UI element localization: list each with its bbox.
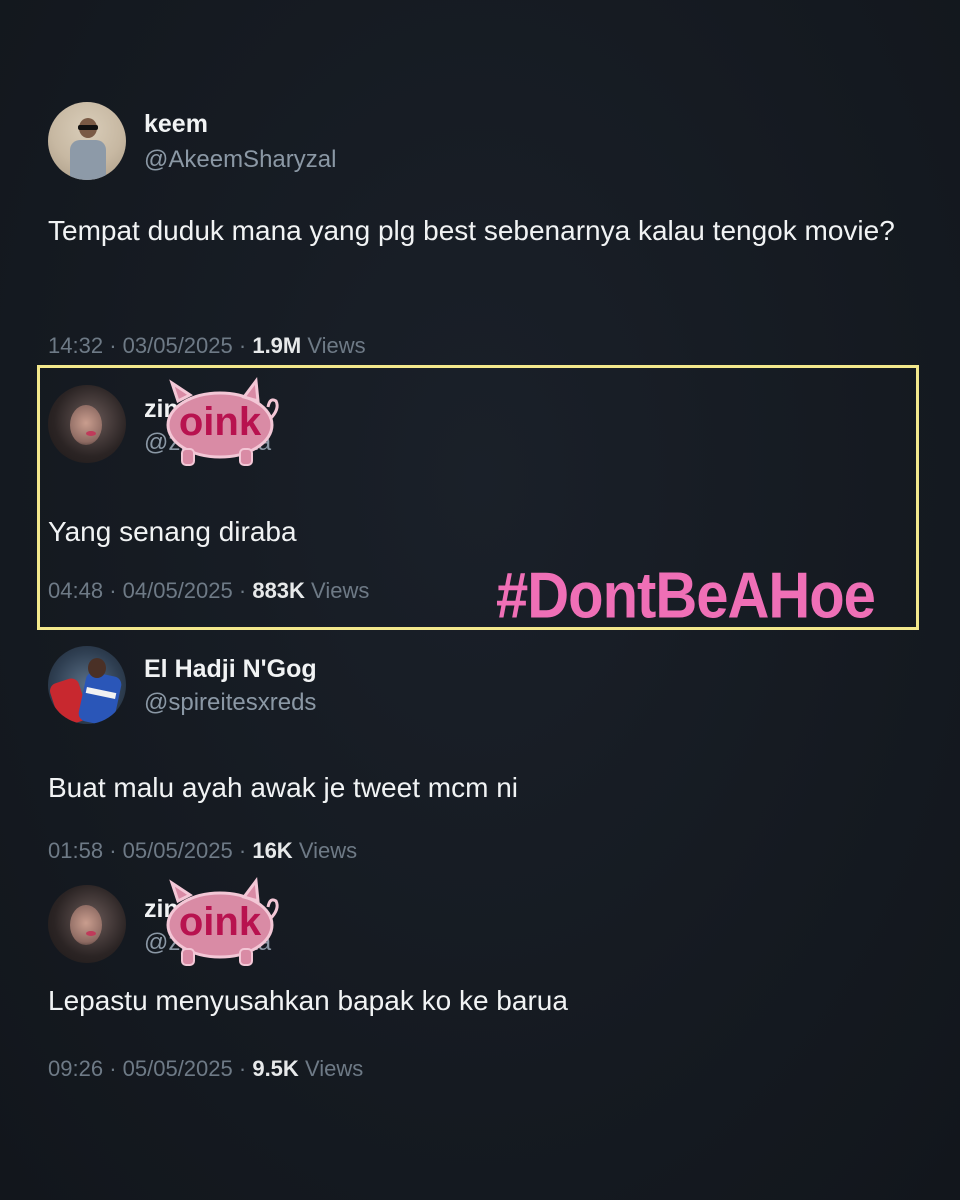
- views-count: 16K: [252, 838, 293, 863]
- avatar[interactable]: [48, 646, 126, 724]
- separator: ·: [109, 578, 123, 603]
- views-count: 9.5K: [252, 1056, 299, 1081]
- user-handle[interactable]: @spireitesxreds: [144, 689, 316, 717]
- views-count: 883K: [252, 578, 305, 603]
- views-label: Views: [298, 838, 358, 863]
- avatar[interactable]: [48, 102, 126, 180]
- pig-icon: oink: [166, 377, 279, 466]
- avatar-sunglasses: [78, 125, 98, 130]
- views-label: Views: [304, 1056, 364, 1081]
- separator: ·: [238, 838, 253, 863]
- views-label: Views: [307, 333, 366, 358]
- separator: ·: [238, 333, 253, 358]
- sticker-text: oink: [179, 900, 262, 944]
- tweet-keem[interactable]: keem @AkeemSharyzal Tempat duduk mana ya…: [48, 100, 928, 370]
- separator: ·: [109, 838, 123, 863]
- tweet-meta: 01:58 · 05/05/2025 · 16K Views: [48, 838, 357, 864]
- tweet-text: Yang senang diraba: [48, 516, 297, 547]
- user-name[interactable]: keem: [144, 110, 208, 139]
- avatar-head: [88, 658, 106, 678]
- avatar[interactable]: [48, 385, 126, 463]
- sticker-text: oink: [179, 400, 262, 444]
- user-name[interactable]: El Hadji N'Gog: [144, 655, 317, 684]
- separator: ·: [109, 1056, 123, 1081]
- tweet-text: Lepastu menyusahkan bapak ko ke barua: [48, 985, 568, 1016]
- avatar-lips: [86, 931, 96, 936]
- tweet-date[interactable]: 05/05/2025: [123, 838, 233, 863]
- tweet-time[interactable]: 09:26: [48, 1056, 103, 1081]
- user-handle[interactable]: @AkeemSharyzal: [144, 146, 336, 174]
- tweet-time[interactable]: 04:48: [48, 578, 103, 603]
- avatar-face: [70, 905, 102, 945]
- tweet-el-hadji[interactable]: El Hadji N'Gog @spireitesxreds Buat malu…: [48, 645, 928, 865]
- avatar-face: [70, 405, 102, 445]
- tweet-meta: 09:26 · 05/05/2025 · 9.5K Views: [48, 1056, 363, 1082]
- tweet-date[interactable]: 05/05/2025: [123, 1056, 233, 1081]
- avatar-blue-shirt: [77, 670, 123, 724]
- separator: ·: [109, 333, 123, 358]
- views-label: Views: [311, 578, 370, 603]
- avatar[interactable]: [48, 885, 126, 963]
- oink-pig-sticker: oink: [160, 875, 288, 969]
- hashtag-overlay: #DontBeAHoe: [496, 559, 876, 632]
- tweet-meta: 14:32 · 03/05/2025 · 1.9M Views: [48, 333, 366, 359]
- pig-icon: oink: [166, 877, 279, 966]
- tweet-time[interactable]: 01:58: [48, 838, 103, 863]
- avatar-person-body: [70, 140, 106, 180]
- tweet-time[interactable]: 14:32: [48, 333, 103, 358]
- avatar-lips: [86, 431, 96, 436]
- tweet-date[interactable]: 03/05/2025: [123, 333, 233, 358]
- tweet-text: Buat malu ayah awak je tweet mcm ni: [48, 772, 518, 803]
- oink-pig-sticker: oink: [160, 375, 288, 469]
- tweet-meta: 04:48 · 04/05/2025 · 883K Views: [48, 578, 369, 604]
- tweet-date[interactable]: 04/05/2025: [123, 578, 233, 603]
- separator: ·: [238, 1056, 253, 1081]
- views-count: 1.9M: [252, 333, 302, 358]
- tweet-text: Tempat duduk mana yang plg best sebenarn…: [48, 215, 895, 246]
- separator: ·: [238, 578, 253, 603]
